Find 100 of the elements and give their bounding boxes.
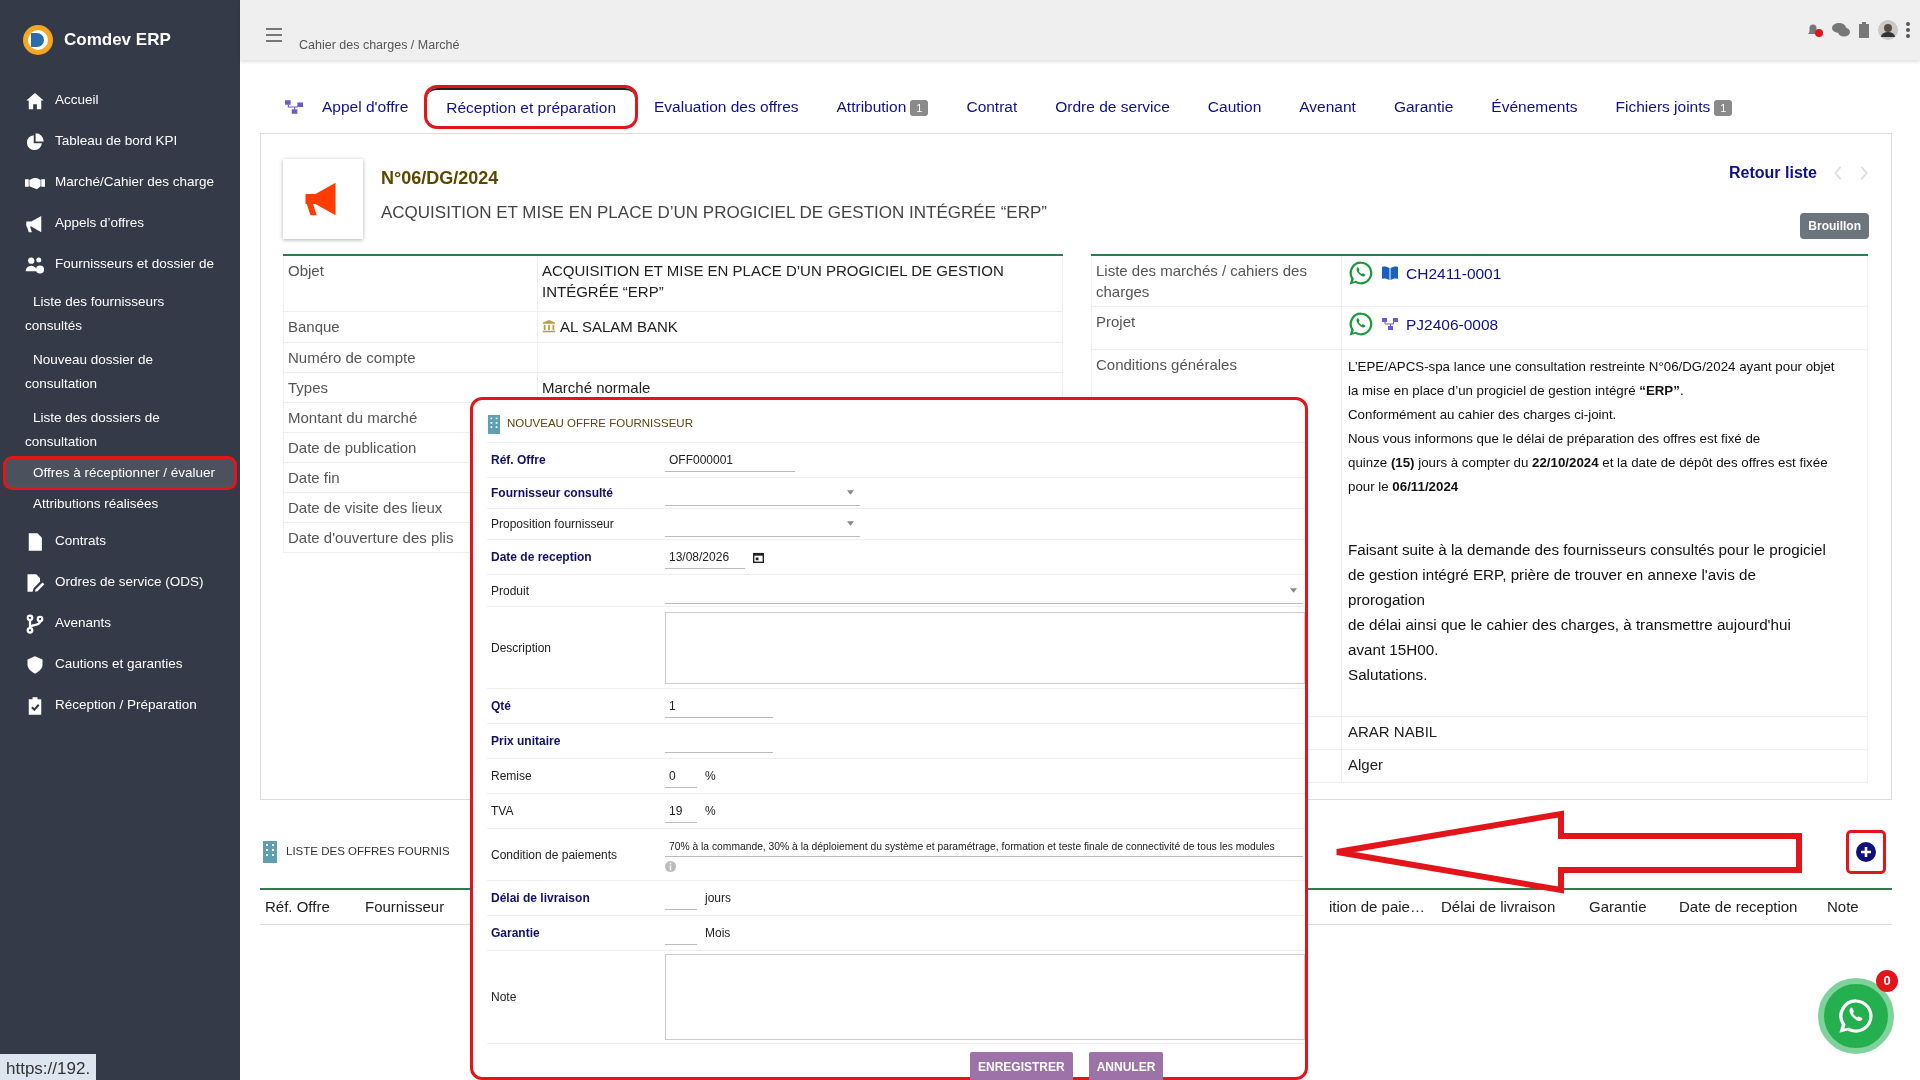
count-badge: 1	[910, 100, 929, 117]
sidebar-item[interactable]: Marché/Cahier des charge	[0, 162, 240, 203]
tab[interactable]: Avenant	[1280, 89, 1375, 125]
field-value: ARAR NABIL	[1348, 723, 1438, 740]
field-label: Fournisseur consulté	[491, 485, 614, 502]
tab[interactable]: Ordre de service	[1036, 89, 1189, 125]
tab[interactable]: Evaluation des offres	[635, 89, 818, 125]
info-icon	[665, 861, 676, 873]
record-title: ACQUISITION ET MISE EN PLACE D’UN PROGICIEL DE GESTION INTÉGRÉE “ERP”	[381, 202, 1048, 224]
column-header[interactable]: Délai de livraison	[1436, 895, 1584, 919]
sitemap-icon[interactable]	[285, 100, 303, 114]
field-label: Prix unitaire	[491, 733, 561, 750]
field-label: Date de reception	[491, 549, 592, 566]
sidebar-item[interactable]: Tableau de bord KPI	[0, 121, 240, 162]
input-field[interactable]: 70% à la commande, 30% à la déploiement du système et paramétrage, formation et teste finale de connectivité de tous les modules	[665, 836, 1303, 858]
sidebar-item[interactable]: Accueil	[0, 80, 240, 121]
building-icon	[262, 841, 278, 863]
back-link[interactable]: Retour liste	[1729, 161, 1817, 185]
tab[interactable]: Attribution 1	[817, 89, 948, 125]
add-button[interactable]	[1846, 830, 1886, 874]
field-label: Proposition fournisseur	[491, 516, 614, 533]
sidebar-item[interactable]: Ordres de service (ODS)	[0, 562, 240, 603]
column-header[interactable]: ition de paie…	[1324, 895, 1436, 919]
field-value: AL SALAM BANK	[560, 316, 678, 337]
submenu-item[interactable]: Liste des dossiers de consultation	[0, 401, 240, 459]
chat-icon[interactable]	[1832, 22, 1850, 38]
field-label: Date de publication	[288, 439, 417, 456]
submenu-item[interactable]: Liste des fournisseurs consultés	[0, 285, 240, 343]
section-title: LISTE DES OFFRES FOURNIS	[286, 844, 450, 860]
menu-icon[interactable]	[266, 27, 282, 42]
reference-number: N°06/DG/2024	[381, 167, 500, 190]
breadcrumb[interactable]: Cahier des charges / Marché	[299, 36, 460, 55]
text-line: Nous vous informons que le délai de préparation des offres est fixé de	[1348, 430, 1762, 448]
field-label: Liste des marchés / cahiers des charges	[1096, 262, 1307, 300]
book-icon	[1382, 266, 1398, 280]
notification-badge: 0	[1876, 970, 1898, 992]
field-label: Condition de paiements	[491, 846, 618, 864]
cancel-button[interactable]: ANNULER	[1088, 1052, 1164, 1080]
unit-label: jours	[705, 890, 731, 907]
save-button[interactable]: ENREGISTRER	[970, 1052, 1073, 1080]
field-label: Date d'ouverture des plis	[288, 529, 454, 546]
unit-label: %	[705, 803, 716, 820]
record-link[interactable]: PJ2406-0008	[1406, 313, 1499, 335]
field-label: Montant du marché	[288, 409, 418, 426]
text-line: de délai ainsi que le cahier des charges, à transmettre aujourd'hui	[1348, 615, 1792, 635]
submenu-item[interactable]: Offres à réceptionner / évaluer	[6, 459, 234, 487]
caret-icon	[847, 490, 854, 495]
field-label: TVA	[491, 803, 514, 820]
shield-icon	[25, 654, 45, 675]
calendar-icon[interactable]	[753, 551, 764, 563]
column-header[interactable]: Date de reception	[1674, 895, 1822, 919]
field-label: Projet	[1096, 313, 1136, 330]
whatsapp-icon[interactable]	[1348, 311, 1374, 337]
field-label: Qté	[491, 698, 511, 715]
record-link[interactable]: CH2411-0001	[1406, 262, 1502, 284]
more-icon[interactable]	[1906, 22, 1910, 38]
home-icon	[25, 90, 45, 111]
sidebar-item[interactable]: Fournisseurs et dossier de	[0, 244, 240, 285]
tab[interactable]: Événements	[1472, 89, 1597, 125]
submenu-item[interactable]: Nouveau dossier de consultation	[0, 343, 240, 401]
column-header[interactable]: Réf. Offre	[260, 895, 360, 919]
bell-icon[interactable]	[1806, 22, 1824, 38]
column-header[interactable]: Garantie	[1584, 895, 1674, 919]
field-label: Note	[491, 989, 517, 1006]
text-line: L’EPE/APCS-spa lance une consultation restreinte N°06/DG/2024 ayant pour objet	[1348, 358, 1836, 376]
avatar-icon[interactable]	[1878, 20, 1898, 40]
sidebar-item[interactable]: Réception / Préparation	[0, 685, 240, 726]
field-label: Date de visite des lieux	[288, 499, 443, 516]
sidebar-item[interactable]: Contrats	[0, 521, 240, 562]
clipboard-icon[interactable]	[1858, 22, 1870, 38]
tab[interactable]: Contrat	[947, 89, 1037, 125]
field-label: Types	[288, 379, 329, 396]
field-label: Produit	[491, 582, 530, 600]
text-line: de gestion intégré ERP, prière de trouver en annexe l'avis de	[1348, 565, 1757, 585]
unit-label: %	[705, 768, 716, 785]
plus-icon	[1856, 842, 1876, 862]
tab[interactable]: Fichiers joints 1	[1596, 89, 1752, 125]
caret-icon	[1290, 587, 1297, 593]
text-line: Conformément au cahier des charges ci-joint.	[1348, 406, 1618, 424]
building-icon	[487, 414, 501, 434]
status-url: https://192.	[0, 1054, 97, 1080]
text-line: quinze (15) jours à compter du 22/10/2024 et la date de dépôt des offres est fixée	[1348, 454, 1829, 472]
whatsapp-icon[interactable]	[1348, 260, 1374, 286]
document-pen-icon	[25, 572, 45, 593]
sidebar-item[interactable]: Appels d’offres	[0, 203, 240, 244]
unit-label: Mois	[705, 925, 731, 942]
tab[interactable]: Caution	[1188, 89, 1281, 125]
submenu-item[interactable]: Attributions réalisées	[0, 487, 240, 521]
field-value: Alger	[1348, 756, 1384, 773]
tab[interactable]: Réception et préparation	[427, 88, 636, 126]
text-line: Faisant suite à la demande des fournisseurs consultés pour le progiciel	[1348, 540, 1827, 560]
sidebar-item[interactable]: Avenants	[0, 603, 240, 644]
tab[interactable]: Appel d'offre	[303, 89, 428, 125]
sidebar-item[interactable]: Cautions et garanties	[0, 644, 240, 685]
text-line: la mise en place d’un progiciel de gestion intégré “ERP”.	[1348, 382, 1685, 400]
column-header[interactable]: Note	[1822, 895, 1892, 919]
field-value: Marché normale	[542, 379, 651, 396]
text-line: pour le 06/11/2024	[1348, 478, 1460, 496]
status-badge: Brouillon	[1800, 213, 1869, 239]
tab[interactable]: Garantie	[1374, 89, 1473, 125]
